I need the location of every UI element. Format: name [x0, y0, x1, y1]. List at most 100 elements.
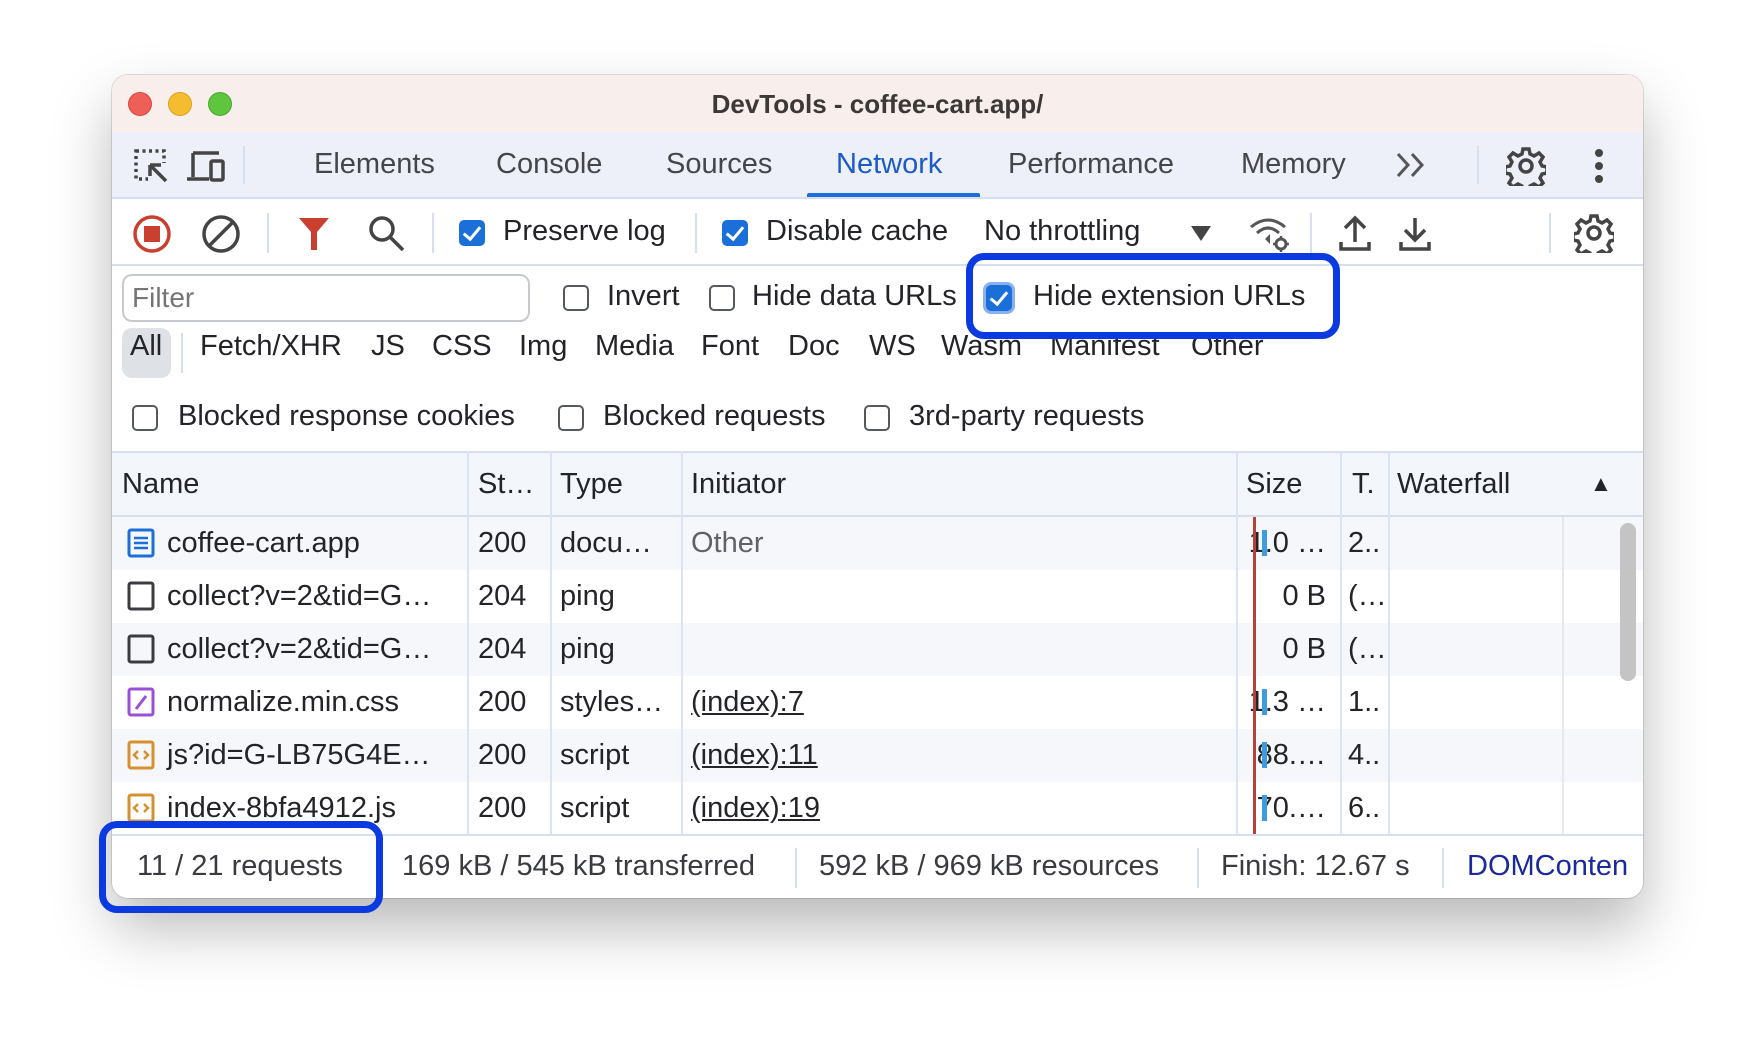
tab-sources[interactable]: Sources [666, 148, 772, 181]
type-filter-css[interactable]: CSS [432, 330, 492, 363]
search-icon[interactable] [367, 214, 407, 259]
request-name: js?id=G-LB75G4E… [167, 739, 431, 771]
stop-recording-icon[interactable] [132, 214, 172, 259]
tab-elements[interactable]: Elements [314, 148, 435, 181]
blocked-response-cookies-label: Blocked response cookies [178, 400, 515, 432]
hide-data-urls-label: Hide data URLs [752, 280, 957, 312]
invert-label: Invert [607, 280, 680, 312]
filter-icon[interactable] [297, 216, 331, 257]
type-filter-media[interactable]: Media [595, 330, 674, 363]
tab-console[interactable]: Console [496, 148, 602, 181]
kebab-menu-icon[interactable] [1593, 148, 1605, 189]
table-scrollbar-thumb[interactable] [1620, 523, 1636, 681]
third-party-requests-checkbox[interactable] [864, 405, 890, 431]
invert-checkbox[interactable] [563, 285, 589, 311]
sort-ascending-icon[interactable]: ▲ [1590, 471, 1612, 497]
dropdown-arrow-icon[interactable] [1191, 226, 1211, 247]
waterfall-bar [1262, 795, 1267, 821]
type-filter-all[interactable]: All [130, 330, 162, 363]
type-filter-fetch-xhr[interactable]: Fetch/XHR [200, 330, 342, 363]
column-divider [681, 451, 683, 834]
request-initiator[interactable]: (index):19 [691, 792, 820, 825]
column-divider [1236, 451, 1238, 834]
request-initiator[interactable]: (index):7 [691, 686, 804, 719]
document-icon [127, 528, 155, 563]
type-filter-divider [181, 333, 183, 373]
request-size: 0 B [1282, 580, 1326, 612]
more-tabs-icon[interactable] [1395, 150, 1429, 185]
window-title: DevTools - coffee-cart.app/ [711, 89, 1044, 119]
load-event-line [1253, 517, 1256, 834]
request-type: script [560, 739, 630, 771]
disable-cache-label: Disable cache [766, 215, 949, 247]
request-time: 2.. [1348, 527, 1381, 559]
request-initiator[interactable]: (index):11 [691, 739, 818, 772]
toolbar-divider [432, 213, 434, 253]
type-filter-img[interactable]: Img [519, 330, 567, 363]
blank-file-icon [127, 634, 155, 669]
tab-performance[interactable]: Performance [1008, 148, 1174, 181]
tab-memory[interactable]: Memory [1241, 148, 1346, 181]
toolbar-divider [1310, 213, 1312, 253]
network-settings-icon[interactable] [1571, 213, 1617, 260]
request-size: 0 B [1282, 633, 1326, 665]
tab-network[interactable]: Network [836, 148, 942, 181]
hide-data-urls-checkbox[interactable] [709, 285, 735, 311]
inspect-element-icon[interactable] [134, 149, 170, 190]
throttling-select[interactable]: No throttling [984, 215, 1140, 248]
table-row[interactable]: collect?v=2&tid=G… 204 ping 0 B (… [112, 570, 1643, 623]
column-header-initiator[interactable]: Initiator [691, 468, 786, 501]
column-header-name[interactable]: Name [122, 468, 199, 501]
stylesheet-icon [127, 687, 155, 722]
blocked-response-cookies-checkbox[interactable] [132, 405, 158, 431]
preserve-log-checkbox[interactable] [459, 220, 485, 246]
type-filter-ws[interactable]: WS [869, 330, 916, 363]
request-type: styles… [560, 686, 664, 718]
column-header-type[interactable]: Type [560, 468, 623, 501]
disable-cache-checkbox[interactable] [722, 220, 748, 246]
import-har-icon[interactable] [1338, 214, 1372, 257]
status-divider [1197, 848, 1199, 888]
third-party-requests-label: 3rd-party requests [909, 400, 1145, 432]
request-time: (… [1348, 633, 1386, 665]
request-name: normalize.min.css [167, 686, 400, 718]
request-type: ping [560, 580, 615, 612]
type-filter-font[interactable]: Font [701, 330, 759, 363]
type-filter-js[interactable]: JS [371, 330, 405, 363]
request-status: 200 [478, 686, 527, 718]
clear-icon[interactable] [201, 214, 241, 259]
table-row[interactable]: normalize.min.css 200 styles… (index):7 1.3 … [112, 676, 1643, 729]
column-header-status[interactable]: St… [478, 468, 534, 501]
request-status: 200 [478, 792, 527, 824]
network-toolbar: Preserve log Disable cache No throttling [112, 199, 1643, 266]
resources-size: 592 kB / 969 kB resources [819, 850, 1160, 882]
waterfall-bar [1262, 742, 1267, 768]
devtools-window: DevTools - coffee-cart.app/ Elements Con… [112, 75, 1643, 898]
type-filter-doc[interactable]: Doc [788, 330, 840, 363]
tab-bar-divider [243, 146, 245, 184]
column-header-size[interactable]: Size [1246, 468, 1302, 501]
device-toolbar-icon[interactable] [187, 149, 227, 190]
status-divider [1442, 848, 1444, 888]
request-time: 1.. [1348, 686, 1381, 718]
request-name: collect?v=2&tid=G… [167, 633, 432, 665]
blank-file-icon [127, 581, 155, 616]
domcontentloaded-time[interactable]: DOMConten [1467, 850, 1628, 883]
export-har-icon[interactable] [1398, 214, 1432, 257]
column-header-waterfall[interactable]: Waterfall [1397, 468, 1510, 501]
network-conditions-icon[interactable] [1248, 215, 1292, 258]
table-row[interactable]: coffee-cart.app 200 docu… Other 1.0 … 2.. [112, 517, 1643, 570]
request-size: 1.0 … [1248, 527, 1326, 559]
request-initiator: Other [691, 527, 764, 559]
table-row[interactable]: js?id=G-LB75G4E… 200 script (index):11 88.… 4… [112, 729, 1643, 782]
column-header-time[interactable]: T. [1352, 468, 1375, 501]
filter-input[interactable] [122, 274, 530, 322]
transferred-size: 169 kB / 545 kB transferred [402, 850, 756, 882]
toolbar-divider [267, 213, 269, 253]
finish-time: Finish: 12.67 s [1221, 850, 1410, 882]
settings-gear-icon[interactable] [1503, 146, 1549, 193]
blocked-requests-checkbox[interactable] [558, 405, 584, 431]
request-type: script [560, 792, 630, 824]
table-row[interactable]: collect?v=2&tid=G… 204 ping 0 B (… [112, 623, 1643, 676]
blocked-requests-label: Blocked requests [603, 400, 826, 432]
